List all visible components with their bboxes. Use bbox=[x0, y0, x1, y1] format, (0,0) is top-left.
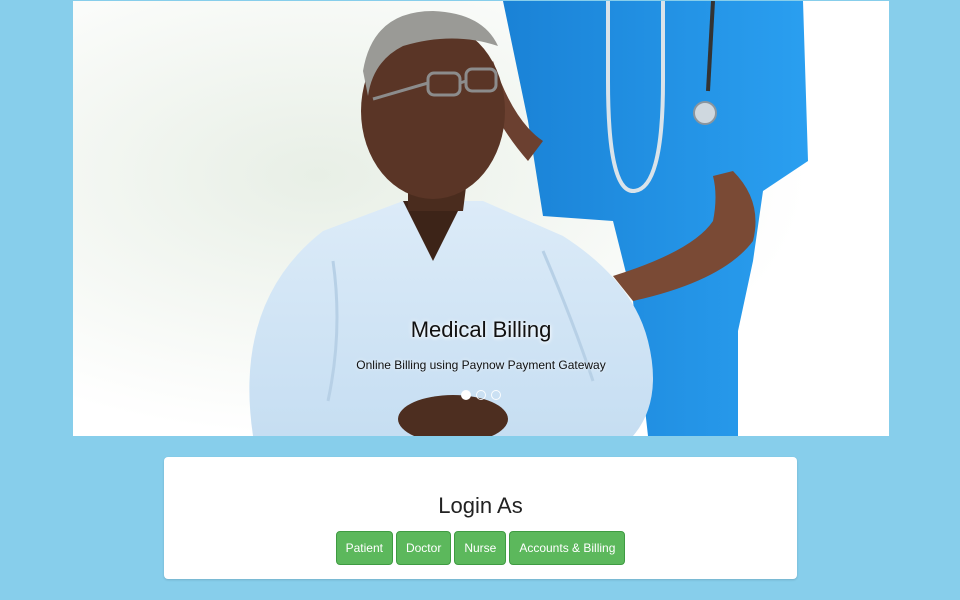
carousel-subtitle: Online Billing using Paynow Payment Gate… bbox=[356, 358, 606, 372]
carousel-indicator-1[interactable] bbox=[461, 390, 471, 400]
login-heading: Login As bbox=[438, 493, 523, 518]
login-panel: Login As Patient Doctor Nurse Accounts &… bbox=[164, 457, 797, 579]
carousel-indicators bbox=[73, 390, 889, 400]
nurse-login-button[interactable]: Nurse bbox=[454, 531, 507, 565]
patient-login-button[interactable]: Patient bbox=[335, 531, 393, 565]
page: Medical Billing Online Billing using Pay… bbox=[0, 0, 960, 600]
carousel-indicator-3[interactable] bbox=[491, 390, 501, 400]
carousel-title: Medical Billing bbox=[410, 317, 552, 342]
accounts-billing-login-button[interactable]: Accounts & Billing bbox=[509, 531, 626, 565]
doctor-login-button[interactable]: Doctor bbox=[395, 531, 452, 565]
login-button-group: Patient Doctor Nurse Accounts & Billing bbox=[164, 531, 797, 565]
hero-carousel[interactable]: Medical Billing Online Billing using Pay… bbox=[73, 1, 889, 436]
carousel-indicator-2[interactable] bbox=[476, 390, 486, 400]
